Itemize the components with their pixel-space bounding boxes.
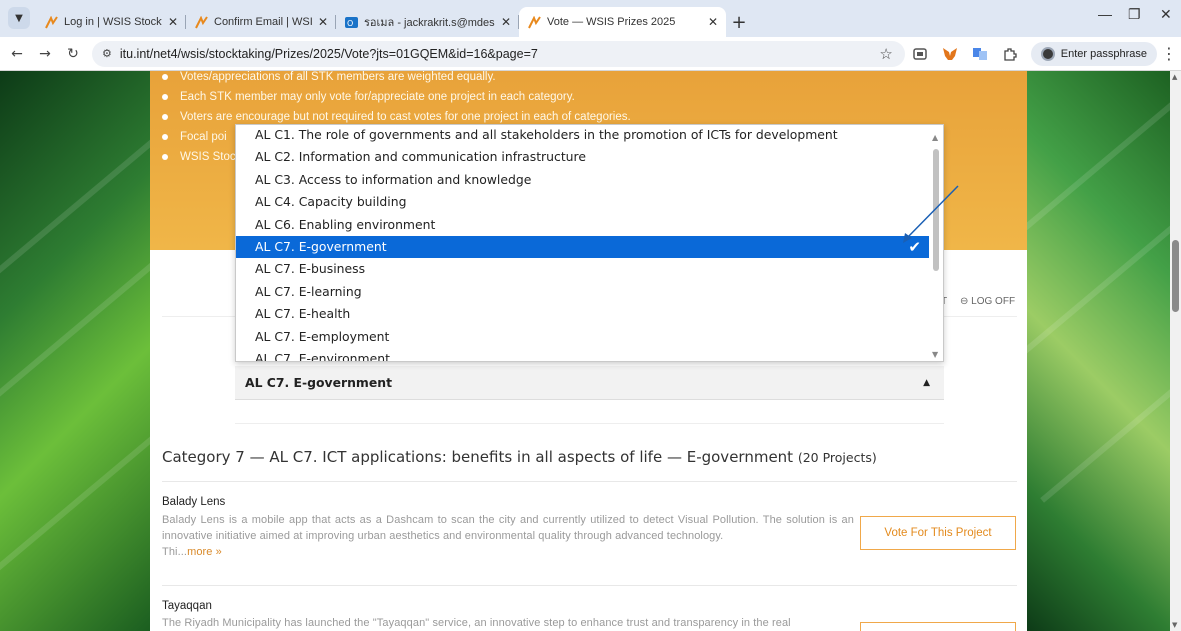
project-title[interactable]: Tayaqqan — [162, 600, 212, 612]
dropdown-option[interactable]: AL C1. The role of governments and all s… — [236, 125, 943, 146]
divider — [162, 585, 1017, 586]
page-scrollbar[interactable]: ▲ ▼ — [1170, 71, 1181, 631]
dropdown-option[interactable]: AL C7. E-learning — [236, 281, 943, 303]
metamask-icon[interactable] — [939, 43, 961, 65]
category-select-value: AL C7. E-government — [245, 375, 392, 390]
tab-close-icon[interactable]: ✕ — [168, 15, 178, 29]
dropdown-option[interactable]: AL C6. Enabling environment — [236, 214, 943, 236]
checkmark-icon: ✔ — [908, 237, 921, 256]
browser-tab-bar: ▼ Log in | WSIS Stocktaking Platfo ✕ Con… — [0, 0, 1181, 37]
close-window-icon[interactable]: ✕ — [1160, 6, 1172, 23]
tab-login[interactable]: Log in | WSIS Stocktaking Platfo ✕ — [36, 7, 186, 37]
scroll-down-icon[interactable]: ▼ — [932, 350, 938, 359]
tab-title: รอเมล - jackrakrit.s@mdes.go — [364, 17, 495, 29]
tab-title: Confirm Email | WSIS Stocktakir — [214, 16, 312, 28]
dropdown-scroll-thumb[interactable] — [933, 149, 939, 271]
scroll-down-icon[interactable]: ▼ — [1172, 621, 1177, 629]
restore-icon[interactable]: ❐ — [1128, 6, 1141, 23]
description-tail: Thi... — [162, 546, 188, 558]
scroll-up-icon[interactable]: ▲ — [932, 133, 938, 142]
tab-title: Log in | WSIS Stocktaking Platfo — [64, 16, 162, 28]
address-toolbar: ← → ↻ ⚙ itu.int/net4/wsis/stocktaking/Pr… — [0, 37, 1181, 71]
rule-item: Votes/appreciations of all STK members a… — [162, 71, 631, 87]
svg-text:O: O — [347, 19, 353, 28]
caret-up-icon: ▲ — [923, 377, 930, 388]
tab-search-chevron-icon[interactable]: ▼ — [8, 7, 30, 29]
background-decoration-right — [1000, 71, 1181, 631]
site-info-icon[interactable]: ⚙ — [102, 47, 112, 60]
tab-vote[interactable]: Vote — WSIS Prizes 2025 ✕ — [519, 7, 726, 37]
wsis-favicon-icon — [527, 15, 541, 29]
extensions-puzzle-icon[interactable] — [999, 43, 1021, 65]
reload-icon[interactable]: ↻ — [62, 46, 84, 62]
forward-icon[interactable]: → — [34, 46, 56, 62]
profile-avatar-icon — [1040, 46, 1055, 61]
tab-mail[interactable]: O รอเมล - jackrakrit.s@mdes.go ✕ — [336, 7, 519, 37]
scroll-up-icon[interactable]: ▲ — [1172, 73, 1177, 81]
category-title: Category 7 — AL C7. ICT applications: be… — [162, 448, 794, 466]
url-text: itu.int/net4/wsis/stocktaking/Prizes/202… — [119, 46, 538, 61]
project-description: Balady Lens is a mobile app that acts as… — [162, 512, 854, 560]
more-link[interactable]: more » — [187, 546, 222, 558]
tab-title: Vote — WSIS Prizes 2025 — [547, 16, 676, 28]
dropdown-option-selected[interactable]: AL C7. E-government ✔ — [236, 235, 943, 259]
divider — [162, 481, 1017, 482]
dropdown-scrollbar[interactable]: ▲ ▼ — [929, 125, 943, 361]
dropdown-option[interactable]: AL C4. Capacity building — [236, 191, 943, 213]
log-off-link[interactable]: ⊖ LOG OFF — [960, 296, 1015, 307]
tab-close-icon[interactable]: ✕ — [501, 15, 511, 29]
dropdown-option[interactable]: AL C2. Information and communication inf… — [236, 146, 943, 168]
vote-project-button[interactable] — [860, 622, 1016, 631]
new-tab-button[interactable]: + — [726, 7, 752, 37]
background-decoration-left — [0, 71, 227, 631]
passphrase-button[interactable]: Enter passphrase — [1030, 41, 1157, 66]
dropdown-option[interactable]: AL C7. E-employment — [236, 326, 943, 348]
dropdown-option[interactable]: AL C7. E-business — [236, 258, 943, 280]
category-dropdown-list[interactable]: AL C1. The role of governments and all s… — [235, 124, 944, 362]
page-scroll-thumb[interactable] — [1172, 240, 1179, 312]
browser-menu-icon[interactable]: ⋮ — [1157, 44, 1181, 63]
dropdown-option[interactable]: AL C7. E-environment — [236, 348, 943, 361]
minimize-icon[interactable]: — — [1098, 6, 1112, 22]
project-title[interactable]: Balady Lens — [162, 496, 225, 508]
outlook-favicon-icon: O — [344, 15, 358, 29]
option-label: AL C7. E-government — [255, 238, 387, 254]
url-field[interactable]: ⚙ itu.int/net4/wsis/stocktaking/Prizes/2… — [92, 40, 905, 67]
screenshot-extension-icon[interactable] — [909, 43, 931, 65]
wsis-favicon-icon — [44, 15, 58, 29]
divider — [235, 423, 944, 424]
project-description-text: The Riyadh Municipality has launched the… — [162, 617, 791, 629]
category-heading: Category 7 — AL C7. ICT applications: be… — [162, 448, 877, 466]
back-icon[interactable]: ← — [6, 46, 28, 62]
project-description-text: Balady Lens is a mobile app that acts as… — [162, 514, 854, 542]
dropdown-option[interactable]: AL C3. Access to information and knowled… — [236, 169, 943, 191]
tab-close-icon[interactable]: ✕ — [708, 15, 718, 29]
rule-item: Each STK member may only vote for/apprec… — [162, 87, 631, 107]
tab-close-icon[interactable]: ✕ — [318, 15, 328, 29]
project-description: The Riyadh Municipality has launched the… — [162, 615, 854, 631]
wsis-favicon-icon — [194, 15, 208, 29]
project-count: (20 Projects) — [797, 450, 877, 465]
translate-icon[interactable] — [969, 43, 991, 65]
vote-project-button[interactable]: Vote For This Project — [860, 516, 1016, 550]
tab-confirm-email[interactable]: Confirm Email | WSIS Stocktakir ✕ — [186, 7, 336, 37]
bookmark-star-icon[interactable]: ☆ — [879, 45, 892, 63]
category-select[interactable]: AL C7. E-government ▲ — [235, 366, 944, 400]
passphrase-label: Enter passphrase — [1060, 47, 1147, 60]
dropdown-option[interactable]: AL C7. E-health — [236, 303, 943, 325]
